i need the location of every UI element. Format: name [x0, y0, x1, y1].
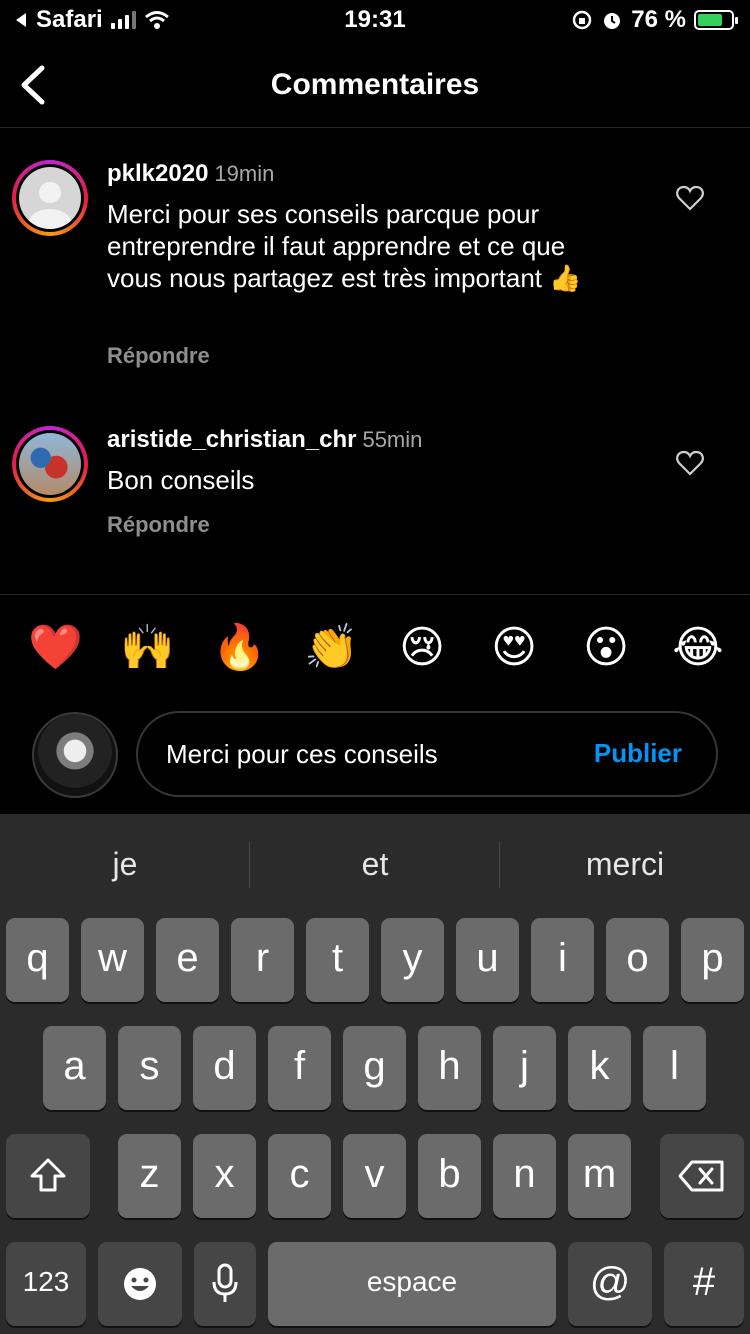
divider — [0, 594, 750, 595]
comment-time: 55min — [362, 427, 423, 452]
key[interactable]: a — [43, 1026, 106, 1110]
nav-header: Commentaires — [0, 44, 750, 128]
hash-key[interactable]: # — [664, 1242, 744, 1326]
status-right: 76 % — [571, 6, 738, 34]
battery-icon — [694, 10, 738, 30]
key[interactable]: t — [306, 918, 369, 1002]
avatar[interactable] — [12, 160, 88, 236]
comment-username[interactable]: aristide_christian_chr — [107, 426, 356, 453]
heart-outline-icon[interactable] — [676, 450, 704, 476]
key[interactable]: m — [568, 1134, 631, 1218]
key[interactable]: r — [231, 918, 294, 1002]
avatar[interactable] — [12, 426, 88, 502]
comment-text: Bon conseils — [107, 465, 255, 495]
comment-username[interactable]: pklk2020 — [107, 160, 208, 187]
reaction-surprised[interactable]: 😮 — [580, 622, 632, 674]
key[interactable]: q — [6, 918, 69, 1002]
reaction-cry[interactable]: 😢 — [396, 622, 448, 674]
reaction-raised-hands[interactable]: 🙌 — [120, 622, 175, 674]
key[interactable]: x — [193, 1134, 256, 1218]
key[interactable]: s — [118, 1026, 181, 1110]
key[interactable]: j — [493, 1026, 556, 1110]
emoji-key[interactable] — [98, 1242, 182, 1326]
microphone-icon — [212, 1263, 238, 1302]
suggestion[interactable]: et — [250, 814, 500, 914]
reaction-fire[interactable]: 🔥 — [212, 622, 267, 674]
delete-key[interactable] — [660, 1134, 744, 1218]
reaction-laugh[interactable]: 😂 — [672, 622, 724, 674]
key[interactable]: v — [343, 1134, 406, 1218]
keyboard: je et merci q w e r t y u i o p a s d f … — [0, 814, 750, 1334]
reaction-clap[interactable]: 👏 — [304, 622, 359, 674]
page-title: Commentaires — [270, 68, 480, 101]
reply-button[interactable]: Répondre — [107, 343, 210, 369]
battery-percent: 76 % — [631, 6, 686, 33]
comment-input[interactable]: Merci pour ces conseils Publier — [136, 711, 718, 797]
key[interactable]: g — [343, 1026, 406, 1110]
heart-outline-icon[interactable] — [676, 185, 704, 211]
reaction-bar: ❤️ 🙌 🔥 👏 😢 😍 😮 😂 — [0, 620, 750, 680]
alarm-icon — [604, 13, 621, 29]
key[interactable]: l — [643, 1026, 706, 1110]
key[interactable]: y — [381, 918, 444, 1002]
numbers-key[interactable]: 123 — [6, 1242, 86, 1326]
key[interactable]: c — [268, 1134, 331, 1218]
comment-input-value[interactable]: Merci pour ces conseils — [166, 739, 438, 770]
space-key[interactable]: espace — [268, 1242, 556, 1326]
at-key[interactable]: @ — [568, 1242, 652, 1326]
reaction-heart-eyes[interactable]: 😍 — [488, 622, 540, 674]
key[interactable]: p — [681, 918, 744, 1002]
comment-time: 19min — [214, 161, 275, 186]
key[interactable]: k — [568, 1026, 631, 1110]
key[interactable]: u — [456, 918, 519, 1002]
key[interactable]: n — [493, 1134, 556, 1218]
shift-key[interactable] — [6, 1134, 90, 1218]
key[interactable]: o — [606, 918, 669, 1002]
my-avatar — [32, 712, 118, 798]
status-bar: Safari 19:31 76 % — [0, 0, 750, 44]
key[interactable]: z — [118, 1134, 181, 1218]
publish-button[interactable]: Publier — [594, 738, 682, 769]
reaction-heart[interactable]: ❤️ — [28, 622, 83, 674]
mic-key[interactable] — [194, 1242, 256, 1326]
key[interactable]: w — [81, 918, 144, 1002]
shift-icon — [30, 1158, 66, 1192]
suggestion[interactable]: je — [0, 814, 250, 914]
key[interactable]: e — [156, 918, 219, 1002]
backspace-icon — [678, 1160, 724, 1192]
key[interactable]: i — [531, 918, 594, 1002]
suggestion[interactable]: merci — [500, 814, 750, 914]
battery-fill — [698, 14, 723, 26]
key[interactable]: b — [418, 1134, 481, 1218]
key[interactable]: f — [268, 1026, 331, 1110]
orientation-lock-icon — [573, 10, 592, 30]
emoji-icon — [124, 1268, 156, 1300]
comment-text: Merci pour ses conseils parcque pour ent… — [107, 199, 582, 293]
reply-button[interactable]: Répondre — [107, 512, 210, 538]
key[interactable]: h — [418, 1026, 481, 1110]
key[interactable]: d — [193, 1026, 256, 1110]
